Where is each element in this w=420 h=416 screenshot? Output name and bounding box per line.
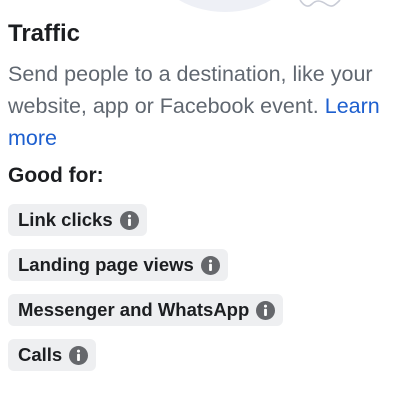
chip-label: Link clicks (18, 209, 113, 230)
objective-illustration (0, 0, 420, 16)
good-for-chip-link-clicks: Link clicks (8, 204, 147, 236)
info-icon[interactable] (119, 210, 139, 230)
objective-details-panel: Traffic Send people to a destination, li… (0, 0, 420, 416)
chip-label: Messenger and WhatsApp (18, 299, 250, 320)
chip-label: Calls (18, 344, 63, 365)
info-icon[interactable] (69, 345, 89, 365)
info-icon[interactable] (200, 255, 220, 275)
good-for-heading: Good for: (8, 164, 104, 187)
objective-description: Send people to a destination, like your … (8, 58, 400, 154)
good-for-chip-calls: Calls (8, 339, 97, 371)
chip-label: Landing page views (18, 254, 194, 275)
objective-description-text: Send people to a destination, like your … (8, 62, 373, 118)
illustration-squiggle (299, 0, 341, 7)
good-for-chip-messenger-whatsapp: Messenger and WhatsApp (8, 294, 284, 326)
objective-title: Traffic (8, 20, 81, 47)
illustration-circle (179, 0, 271, 12)
info-icon[interactable] (256, 300, 276, 320)
good-for-chip-landing-page-views: Landing page views (8, 249, 228, 281)
